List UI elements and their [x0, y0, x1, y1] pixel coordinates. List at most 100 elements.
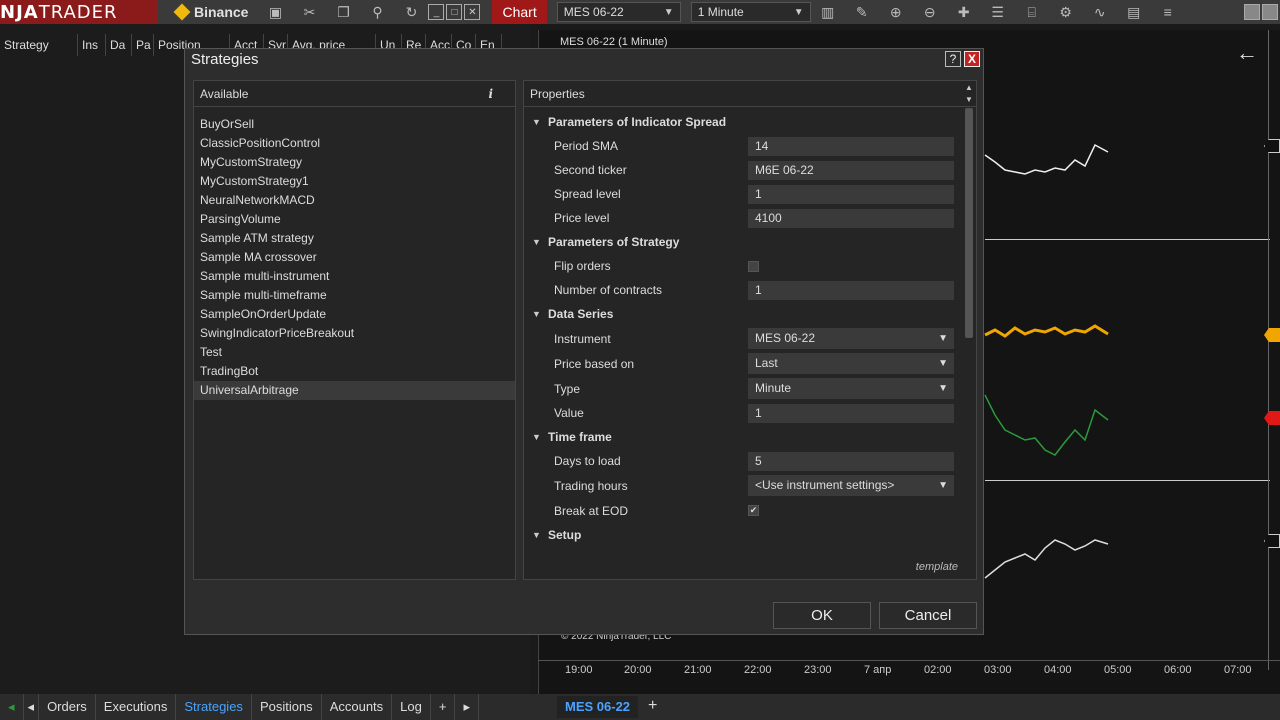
data-box-icon[interactable]: ▤ [1125, 3, 1143, 21]
interval-selector[interactable]: 1 Minute ▼ [690, 2, 811, 22]
break-at-eod-checkbox[interactable]: ✔ [748, 505, 759, 516]
connection-indicator[interactable]: Binance [158, 0, 258, 24]
close-icon[interactable]: X [964, 51, 980, 67]
chart-minimize-icon[interactable] [1244, 4, 1260, 20]
zoom-out-icon[interactable]: ⊖ [921, 3, 939, 21]
collapse-icon[interactable]: ▼ [532, 523, 541, 547]
list-item[interactable]: Test [194, 343, 515, 362]
list-item[interactable]: SwingIndicatorPriceBreakout [194, 324, 515, 343]
collapse-icon[interactable]: ▼ [532, 302, 541, 326]
period-sma-input[interactable]: 14 [748, 136, 954, 156]
price-level-input[interactable]: 4100 [748, 208, 954, 228]
price-scale[interactable] [1268, 30, 1280, 670]
pencil-icon[interactable]: ✎ [853, 3, 871, 21]
list-item[interactable]: MyCustomStrategy1 [194, 172, 515, 191]
info-icon[interactable]: i [488, 81, 493, 107]
list-item[interactable]: NeuralNetworkMACD [194, 191, 515, 210]
add-tab-icon[interactable]: + [431, 694, 456, 720]
add-chart-tab-icon[interactable]: + [648, 697, 657, 715]
category-strategy[interactable]: ▼ Parameters of Strategy [524, 230, 962, 254]
bars-icon[interactable]: ▥ [819, 3, 837, 21]
connect-icon[interactable]: ⚲ [368, 3, 386, 21]
tab-accounts[interactable]: Accounts [322, 694, 393, 720]
list-item[interactable]: SampleOnOrderUpdate [194, 305, 515, 324]
sync-icon[interactable]: ↻ [402, 3, 420, 21]
zoom-in-icon[interactable]: ⊕ [887, 3, 905, 21]
days-to-load-input[interactable]: 5 [748, 451, 954, 471]
list-item[interactable]: ParsingVolume [194, 210, 515, 229]
available-header: Available i [194, 81, 515, 107]
category-indicator-spread[interactable]: ▼ Parameters of Indicator Spread [524, 110, 962, 134]
menu-icon[interactable]: ≡ [1159, 3, 1177, 21]
list-item[interactable]: BuyOrSell [194, 115, 515, 134]
list-item[interactable]: Sample MA crossover [194, 248, 515, 267]
time-tick: 23:00 [804, 664, 832, 676]
flip-orders-checkbox[interactable] [748, 260, 759, 272]
list-item[interactable]: ClassicPositionControl [194, 134, 515, 153]
scroll-thumb[interactable] [965, 108, 973, 338]
scroll-down-icon[interactable]: ▼ [962, 95, 976, 107]
category-data-series[interactable]: ▼ Data Series [524, 302, 962, 326]
scroll-up-icon[interactable]: ▲ [962, 83, 976, 95]
maximize-icon[interactable]: □ [446, 4, 463, 20]
tab-strategies[interactable]: Strategies [176, 694, 252, 720]
back-arrow-icon[interactable]: ← [1236, 40, 1258, 66]
list-item[interactable]: TradingBot [194, 362, 515, 381]
property-label: Price based on [554, 356, 635, 371]
value-input[interactable]: 1 [748, 403, 954, 423]
ok-button[interactable]: OK [773, 602, 871, 629]
bottom-tab-bar: ◂ ◂ Orders Executions Strategies Positio… [0, 694, 1280, 720]
instrument-select[interactable]: MES 06-22 ▼ [748, 328, 954, 349]
prev-tab-icon[interactable]: ◂ [24, 694, 40, 720]
chart-maximize-icon[interactable] [1262, 4, 1278, 20]
horizontal-line[interactable] [985, 480, 1270, 481]
spread-level-input[interactable]: 1 [748, 184, 954, 204]
chart-instrument-tab[interactable]: MES 06-22 [557, 696, 639, 718]
horizontal-line[interactable] [985, 239, 1270, 240]
indicators-icon[interactable]: ∿ [1091, 3, 1109, 21]
close-window-icon[interactable]: ✕ [464, 4, 481, 20]
list-item[interactable]: Sample multi-instrument [194, 267, 515, 286]
instrument-selector[interactable]: MES 06-22 ▼ [556, 2, 681, 22]
templates-icon[interactable]: ⌸ [1023, 3, 1041, 21]
property-label: Trading hours [554, 478, 628, 493]
time-axis[interactable]: 19:00 20:00 21:00 22:00 23:00 7 апр 02:0… [538, 660, 1280, 680]
category-setup[interactable]: ▼ Setup [524, 523, 962, 547]
tab-orders[interactable]: Orders [39, 694, 96, 720]
list-item-selected[interactable]: UniversalArbitrage [194, 381, 515, 400]
col-parameters[interactable]: Pa [132, 34, 154, 56]
type-select[interactable]: Minute ▼ [748, 378, 954, 399]
col-strategy[interactable]: Strategy [0, 34, 78, 56]
strategies-icon[interactable]: ⚙ [1057, 3, 1075, 21]
workspace-icon[interactable]: ❐ [334, 3, 352, 21]
collapse-icon[interactable]: ▼ [532, 110, 541, 134]
properties-icon[interactable]: ☰ [989, 3, 1007, 21]
template-link[interactable]: template [916, 561, 958, 573]
next-tab-icon[interactable]: ▸ [455, 694, 479, 720]
second-ticker-input[interactable]: M6E 06-22 [748, 160, 954, 180]
price-based-on-select[interactable]: Last ▼ [748, 353, 954, 374]
help-icon[interactable]: ? [945, 51, 961, 67]
window-icon[interactable]: ▣ [266, 3, 284, 21]
property-row: Flip orders [524, 254, 962, 278]
number-of-contracts-input[interactable]: 1 [748, 280, 954, 300]
scroll-left-icon[interactable]: ◂ [0, 694, 24, 720]
tools-icon[interactable]: ✂ [300, 3, 318, 21]
category-time-frame[interactable]: ▼ Time frame [524, 425, 962, 449]
tab-executions[interactable]: Executions [96, 694, 177, 720]
list-item[interactable]: Sample ATM strategy [194, 229, 515, 248]
col-instrument[interactable]: Ins [78, 34, 106, 56]
tab-log[interactable]: Log [392, 694, 431, 720]
col-data[interactable]: Da [106, 34, 132, 56]
collapse-icon[interactable]: ▼ [532, 425, 541, 449]
crosshair-icon[interactable]: ✚ [955, 3, 973, 21]
collapse-icon[interactable]: ▼ [532, 230, 541, 254]
properties-scrollbar[interactable]: ▲ ▼ [962, 81, 976, 555]
chart-window-tab[interactable]: Chart [492, 0, 547, 24]
list-item[interactable]: Sample multi-timeframe [194, 286, 515, 305]
minimize-icon[interactable]: _ [428, 4, 445, 20]
trading-hours-select[interactable]: <Use instrument settings> ▼ [748, 475, 954, 496]
tab-positions[interactable]: Positions [252, 694, 322, 720]
list-item[interactable]: MyCustomStrategy [194, 153, 515, 172]
cancel-button[interactable]: Cancel [879, 602, 977, 629]
